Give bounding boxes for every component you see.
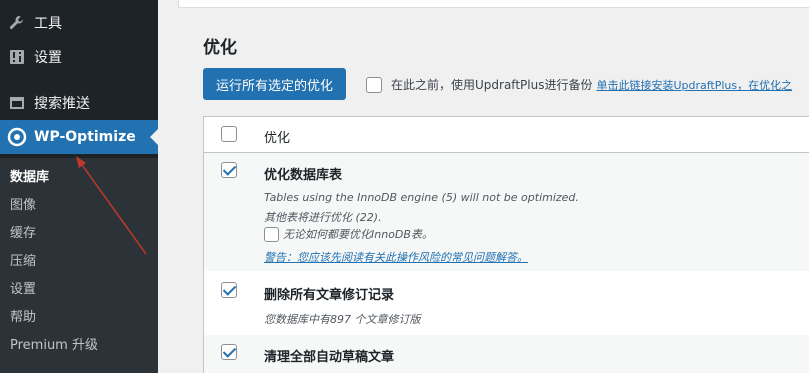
submenu-item-cache[interactable]: 缓存	[10, 222, 36, 241]
submenu-item-premium[interactable]: Premium 升级	[10, 334, 98, 353]
menu-item-label: 工具	[34, 16, 62, 32]
submenu-wp-optimize: 数据库 图像 缓存 压缩 设置 帮助 Premium 升级	[0, 158, 158, 373]
main-content: 优化 运行所有选定的优化 在此之前，使用UpdraftPlus进行备份 单击此链…	[158, 0, 809, 373]
push-icon	[7, 93, 27, 113]
menu-item-search-push[interactable]: 搜索推送	[0, 86, 158, 120]
backup-option: 在此之前，使用UpdraftPlus进行备份 单击此链接安装UpdraftPlu…	[366, 76, 792, 93]
row-title: 优化数据库表	[264, 168, 343, 183]
column-header-optimization: 优化	[264, 131, 291, 146]
menu-item-wp-optimize[interactable]: WP-Optimize	[0, 120, 158, 154]
menu-item-label: 搜索推送	[34, 96, 90, 112]
top-panel	[178, 0, 809, 8]
row-note: Tables using the InnoDB engine (5) will …	[264, 191, 579, 204]
menu-item-settings[interactable]: 设置	[0, 40, 158, 74]
table-header: 优化	[204, 117, 809, 153]
menu-item-tools[interactable]: 工具	[0, 6, 158, 40]
submenu-item-settings[interactable]: 设置	[10, 278, 36, 297]
backup-checkbox[interactable]	[366, 76, 382, 93]
force-innodb-label: 无论如何都要优化InnoDB表。	[283, 228, 433, 241]
row-title: 删除所有文章修订记录	[264, 288, 395, 303]
menu-item-label: 设置	[34, 50, 62, 66]
row-checkbox[interactable]	[221, 344, 237, 360]
force-innodb-checkbox[interactable]	[264, 226, 279, 242]
backup-label: 在此之前，使用UpdraftPlus进行备份	[391, 78, 593, 92]
wp-optimize-icon	[7, 127, 27, 147]
submenu-item-images[interactable]: 图像	[10, 194, 36, 213]
row-title: 清理全部自动草稿文章	[264, 350, 395, 365]
active-indicator	[150, 129, 158, 145]
force-innodb-option: 无论如何都要优化InnoDB表。	[264, 226, 433, 242]
optimizations-table: 优化 优化数据库表 Tables using the InnoDB engine…	[203, 116, 809, 373]
submenu-item-minify[interactable]: 压缩	[10, 250, 36, 269]
row-checkbox[interactable]	[221, 162, 237, 178]
select-all-checkbox[interactable]	[221, 126, 237, 142]
submenu-item-database[interactable]: 数据库	[10, 166, 49, 185]
row-note: 其他表将进行优化 (22).	[264, 211, 382, 224]
section-title: 优化	[203, 38, 237, 58]
submenu-item-help[interactable]: 帮助	[10, 306, 36, 325]
table-row: 删除所有文章修订记录 您数据库中有897 个文章修订版	[204, 271, 809, 335]
wrench-icon	[7, 13, 27, 33]
row-note: 您数据库中有897 个文章修订版	[264, 313, 421, 326]
settings-sliders-icon	[7, 47, 27, 67]
admin-sidebar: 工具 设置 搜索推送 WP-Optimize 数据库 图像 缓存 压缩 设置 帮…	[0, 0, 158, 373]
menu-item-label: WP-Optimize	[34, 129, 136, 145]
table-row: 清理全部自动草稿文章	[204, 335, 809, 373]
table-row: 优化数据库表 Tables using the InnoDB engine (5…	[204, 153, 809, 271]
warning-faq-link[interactable]: 警告：您应该先阅读有关此操作风险的常见问题解答。	[264, 249, 528, 265]
install-updraftplus-link[interactable]: 单击此链接安装UpdraftPlus，在优化之	[596, 77, 792, 93]
run-optimizations-button[interactable]: 运行所有选定的优化	[203, 68, 346, 100]
row-checkbox[interactable]	[221, 282, 237, 298]
